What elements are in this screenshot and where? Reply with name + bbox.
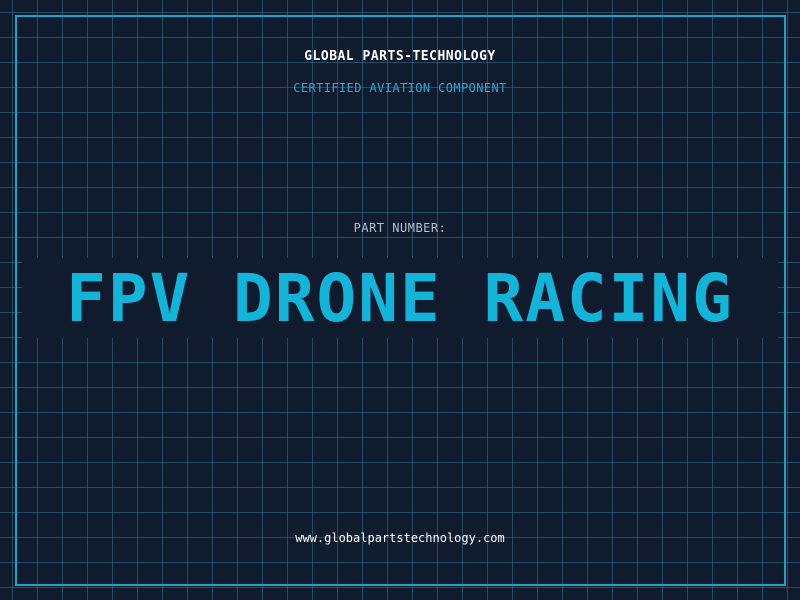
company-name: GLOBAL PARTS-TECHNOLOGY [304, 49, 496, 64]
website-link[interactable]: www.globalpartstechnology.com [0, 531, 800, 545]
part-number-value: FPV DRONE RACING [66, 260, 734, 337]
certification-subtitle: CERTIFIED AVIATION COMPONENT [293, 81, 507, 95]
part-number-label: PART NUMBER: [353, 221, 447, 235]
